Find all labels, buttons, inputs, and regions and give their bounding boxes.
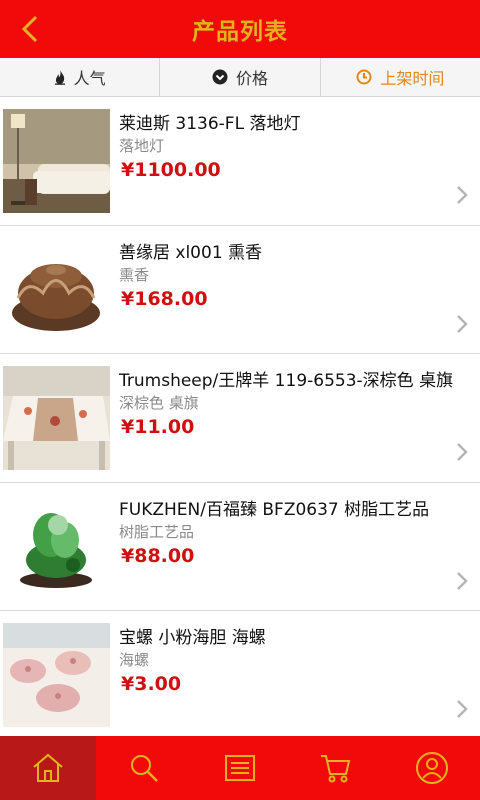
chevron-right-icon	[457, 443, 468, 461]
nav-home[interactable]	[0, 736, 96, 800]
nav-user[interactable]	[384, 736, 480, 800]
app-root: 产品列表 人气 价格 上架时间 莱迪斯 3136-FL 落地灯 落地灯 ¥110…	[0, 0, 480, 800]
product-image-floor-lamp	[3, 109, 110, 213]
back-button[interactable]	[10, 9, 50, 49]
product-item[interactable]: 莱迪斯 3136-FL 落地灯 落地灯 ¥1100.00	[0, 97, 480, 226]
product-name: FUKZHEN/百福臻 BFZ0637 树脂工艺品	[119, 499, 430, 520]
product-price: ¥1100.00	[121, 159, 221, 181]
product-item[interactable]: 善缘居 xl001 熏香 熏香 ¥168.00	[0, 225, 480, 354]
sort-tab-label: 上架时间	[380, 69, 445, 88]
user-icon	[416, 752, 448, 784]
cart-icon	[321, 755, 351, 783]
product-item[interactable]: FUKZHEN/百福臻 BFZ0637 树脂工艺品 树脂工艺品 ¥88.00	[0, 482, 480, 611]
chevron-right-icon	[457, 700, 468, 718]
chevron-right-icon	[457, 186, 468, 204]
product-name: Trumsheep/王牌羊 119-6553-深棕色 桌旗	[119, 371, 454, 391]
product-category: 树脂工艺品	[119, 522, 195, 541]
bottom-nav	[0, 736, 480, 800]
list-icon	[225, 755, 255, 781]
sort-bar: 人气 价格 上架时间	[0, 58, 480, 97]
clock-icon	[356, 69, 372, 85]
product-category: 落地灯	[119, 137, 165, 155]
sort-tab-price[interactable]: 价格	[160, 58, 321, 96]
product-name: 善缘居 xl001 熏香	[119, 242, 263, 263]
product-name: 宝螺 小粉海胆 海螺	[119, 628, 266, 648]
product-price: ¥88.00	[121, 544, 195, 567]
product-list: 莱迪斯 3136-FL 落地灯 落地灯 ¥1100.00 善缘居 xl001 熏…	[0, 97, 480, 740]
home-icon	[33, 753, 63, 782]
product-image-resin-craft	[3, 494, 110, 599]
flame-icon	[54, 69, 66, 85]
product-image-incense-burner	[3, 237, 110, 342]
nav-list[interactable]	[192, 736, 288, 800]
back-arrow-icon	[21, 15, 38, 43]
chevron-circle-down-icon	[212, 69, 228, 85]
nav-cart[interactable]	[288, 736, 384, 800]
sort-tab-label: 价格	[235, 69, 268, 88]
nav-search[interactable]	[96, 736, 192, 800]
product-image-sea-urchin	[3, 623, 110, 727]
product-item[interactable]: Trumsheep/王牌羊 119-6553-深棕色 桌旗 深棕色 桌旗 ¥11…	[0, 354, 480, 483]
page-title: 产品列表	[192, 19, 288, 45]
sort-tab-popularity[interactable]: 人气	[0, 58, 161, 96]
sort-tab-label: 人气	[73, 69, 106, 88]
product-price: ¥11.00	[121, 416, 195, 438]
product-image-table-runner	[3, 366, 110, 470]
product-category: 深棕色 桌旗	[119, 394, 199, 412]
product-category: 熏香	[119, 265, 150, 284]
product-price: ¥168.00	[121, 287, 208, 310]
product-price: ¥3.00	[121, 673, 182, 695]
chevron-right-icon	[457, 314, 468, 333]
sort-tab-time[interactable]: 上架时间	[321, 58, 480, 96]
chevron-right-icon	[457, 571, 468, 590]
search-icon	[131, 755, 158, 782]
product-item[interactable]: 宝螺 小粉海胆 海螺 海螺 ¥3.00	[0, 611, 480, 740]
product-category: 海螺	[119, 651, 150, 669]
header-bar: 产品列表	[0, 0, 480, 58]
product-name: 莱迪斯 3136-FL 落地灯	[119, 114, 301, 134]
